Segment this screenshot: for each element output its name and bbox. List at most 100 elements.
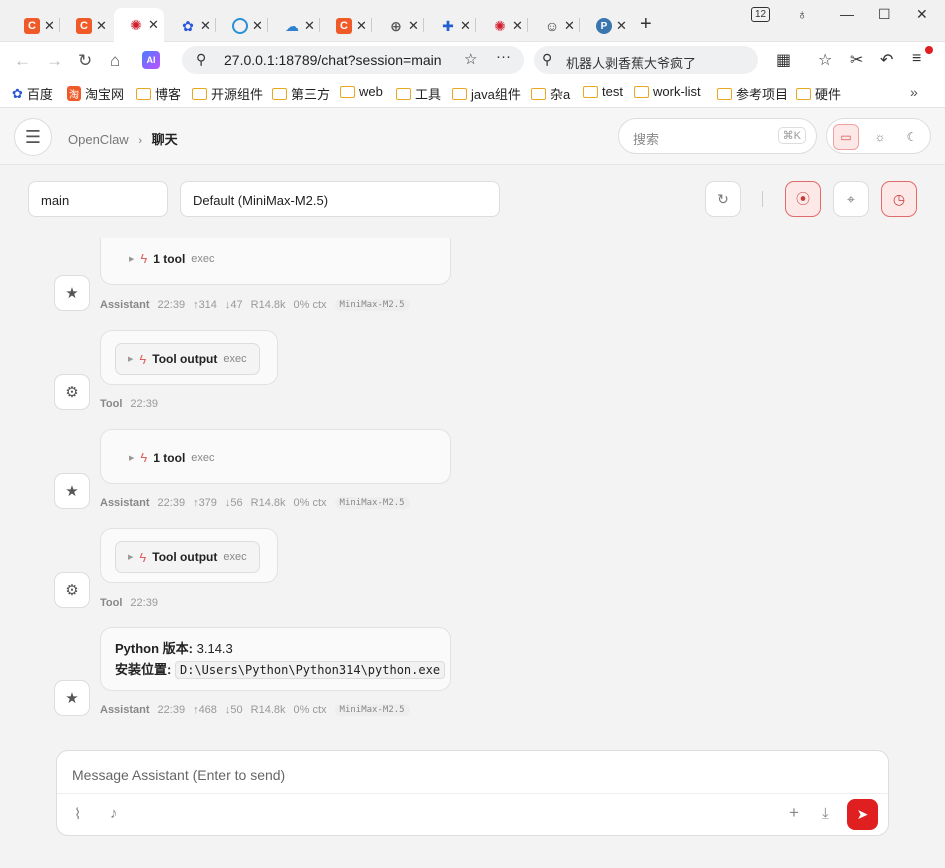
chevron-right-icon: › <box>138 135 142 147</box>
tab-count-badge[interactable]: 12 <box>751 7 771 22</box>
close-icon[interactable]: ✕ <box>96 18 107 34</box>
breadcrumb-root[interactable]: OpenClaw <box>68 132 129 147</box>
close-icon[interactable]: ✕ <box>252 18 263 34</box>
tab[interactable]: ✺ ✕ <box>478 10 528 42</box>
code-path: D:\Users\Python\Python314\python.exe <box>174 661 446 679</box>
minimize-icon[interactable]: — <box>840 6 854 22</box>
bookmark-folder[interactable]: java组件 <box>452 84 521 103</box>
bookmark-folder[interactable]: test <box>583 84 623 99</box>
home-icon[interactable]: ⌂ <box>110 51 120 71</box>
tool-bubble: ▶ ϟ Tool output exec <box>100 528 278 583</box>
back-icon[interactable]: ← <box>14 51 31 71</box>
favorites-icon[interactable]: ☆ <box>818 50 832 70</box>
assistant-bubble: Python 版本: 3.14.3 安装位置: D:\Users\Python\… <box>100 627 451 691</box>
caret-right-icon: ▶ <box>128 356 134 363</box>
close-icon[interactable]: ✕ <box>512 18 523 34</box>
tab[interactable]: ✕ <box>218 10 268 42</box>
browser-search-text[interactable]: 机器人剥香蕉大爷疯了 <box>566 53 696 72</box>
caret-right-icon: ▶ <box>129 454 135 462</box>
folder-icon <box>192 87 207 100</box>
tab[interactable]: ⊕ ✕ <box>374 10 424 42</box>
download-icon[interactable]: ⤓ <box>822 805 829 822</box>
bookmark-folder[interactable]: 杂a <box>531 84 570 103</box>
answer-text: Python 版本: 3.14.3 安装位置: D:\Users\Python\… <box>115 638 446 681</box>
tab[interactable]: P ✕ <box>582 10 632 42</box>
close-icon[interactable]: ✕ <box>304 18 315 34</box>
browser-search-box[interactable]: ⚲ 机器人剥香蕉大爷疯了 <box>534 46 758 74</box>
refresh-button[interactable]: ↻ <box>705 181 741 217</box>
chevron-right-icon[interactable]: » <box>910 84 918 100</box>
paperclip-icon[interactable]: ⌇ <box>74 805 81 823</box>
session-select[interactable]: main <box>28 181 168 217</box>
moon-icon[interactable]: ☾ <box>899 124 925 150</box>
bookmark-folder[interactable]: 博客 <box>136 84 181 103</box>
folder-icon <box>340 85 355 98</box>
apps-grid-icon[interactable]: ▦ <box>776 50 791 70</box>
ai-icon[interactable]: AI <box>142 51 160 69</box>
gear-icon: ⚙ <box>65 582 79 599</box>
tool-summary[interactable]: ▶ ϟ 1 tool exec <box>129 251 215 266</box>
star-icon[interactable]: ☆ <box>464 50 477 68</box>
close-icon[interactable]: ✕ <box>200 18 211 34</box>
forward-icon[interactable]: → <box>46 51 63 71</box>
send-button[interactable]: ➤ <box>847 799 878 830</box>
close-icon[interactable]: ✕ <box>148 17 159 33</box>
bookmark-folder[interactable]: 第三方 <box>272 84 330 103</box>
bookmark-folder[interactable]: 开源组件 <box>192 84 263 103</box>
monitor-icon[interactable]: ▭ <box>833 124 859 150</box>
tab[interactable]: C ✕ <box>62 10 112 42</box>
folder-icon <box>452 87 467 100</box>
bookmark-folder[interactable]: web <box>340 84 383 99</box>
bookmark-baidu[interactable]: ✿ 百度 <box>12 84 53 103</box>
bookmark-taobao[interactable]: 淘淘宝网 <box>67 84 124 103</box>
close-icon[interactable]: ✕ <box>564 18 575 34</box>
tool-summary[interactable]: ▶ ϟ 1 tool exec <box>129 450 215 465</box>
undo-icon[interactable]: ↶ <box>880 50 893 70</box>
app-search-input[interactable]: 搜索 ⌘K <box>618 118 817 154</box>
address-text[interactable]: 27.0.0.1:18789/chat?session=main <box>224 52 442 68</box>
bookmark-folder[interactable]: work-list <box>634 84 701 99</box>
bookmark-folder[interactable]: 参考项目 <box>717 84 788 103</box>
menu-icon[interactable]: ≡ <box>912 50 921 68</box>
tab[interactable]: ☁ ✕ <box>270 10 320 42</box>
model-select[interactable]: Default (MiniMax-M2.5) <box>180 181 500 217</box>
close-icon[interactable]: ✕ <box>616 18 627 34</box>
close-icon[interactable]: ✕ <box>356 18 367 34</box>
paw-icon: ✿ <box>182 17 194 34</box>
address-row: ← → ↻ ⌂ AI ⚲ 27.0.0.1:18789/chat?session… <box>0 42 945 78</box>
tab[interactable]: ✚ ✕ <box>426 10 476 42</box>
shirt-icon[interactable]: ♁ <box>797 6 808 22</box>
reload-icon[interactable]: ↻ <box>78 51 92 71</box>
bolt-icon: ϟ <box>139 549 147 565</box>
folder-icon <box>796 87 811 100</box>
address-bar[interactable]: ⚲ 27.0.0.1:18789/chat?session=main ☆ ··· <box>182 46 524 74</box>
tab[interactable]: C ✕ <box>10 10 60 42</box>
tab-active[interactable]: ✺ ✕ <box>114 8 164 42</box>
taobao-icon: 淘 <box>67 86 81 101</box>
close-icon[interactable]: ✕ <box>44 18 55 34</box>
close-icon[interactable]: ✕ <box>460 18 471 34</box>
tool-output-toggle[interactable]: ▶ ϟ Tool output exec <box>115 343 260 375</box>
menu-button[interactable]: ☰ <box>14 118 52 156</box>
more-icon[interactable]: ··· <box>496 48 511 65</box>
bookmark-folder[interactable]: 工具 <box>396 84 441 103</box>
close-window-icon[interactable]: ✕ <box>916 6 928 23</box>
sun-icon[interactable]: ☼ <box>867 124 893 150</box>
bookmark-folder[interactable]: 硬件 <box>796 84 841 103</box>
tab[interactable]: ☺ ✕ <box>530 10 580 42</box>
maximize-icon[interactable]: ☐ <box>878 6 891 23</box>
scissors-icon[interactable]: ✂ <box>850 50 863 70</box>
tab[interactable]: ✿ ✕ <box>166 10 216 42</box>
tab[interactable]: C ✕ <box>322 10 372 42</box>
microphone-icon[interactable]: ♪ <box>110 805 118 822</box>
close-icon[interactable]: ✕ <box>408 18 419 34</box>
brain-button[interactable]: ⦿ <box>785 181 821 217</box>
focus-button[interactable]: ⌖ <box>833 181 869 217</box>
new-tab-button[interactable]: + <box>640 13 652 36</box>
tool-output-toggle[interactable]: ▶ ϟ Tool output exec <box>115 541 260 573</box>
message-input[interactable]: Message Assistant (Enter to send) <box>72 767 285 783</box>
plus-icon[interactable]: + <box>789 803 799 823</box>
paw-icon: ✿ <box>12 85 23 101</box>
message-meta: Assistant 22:39 ↑379 ↓56 R14.8k 0% ctx M… <box>100 497 410 509</box>
clock-button[interactable]: ◷ <box>881 181 917 217</box>
